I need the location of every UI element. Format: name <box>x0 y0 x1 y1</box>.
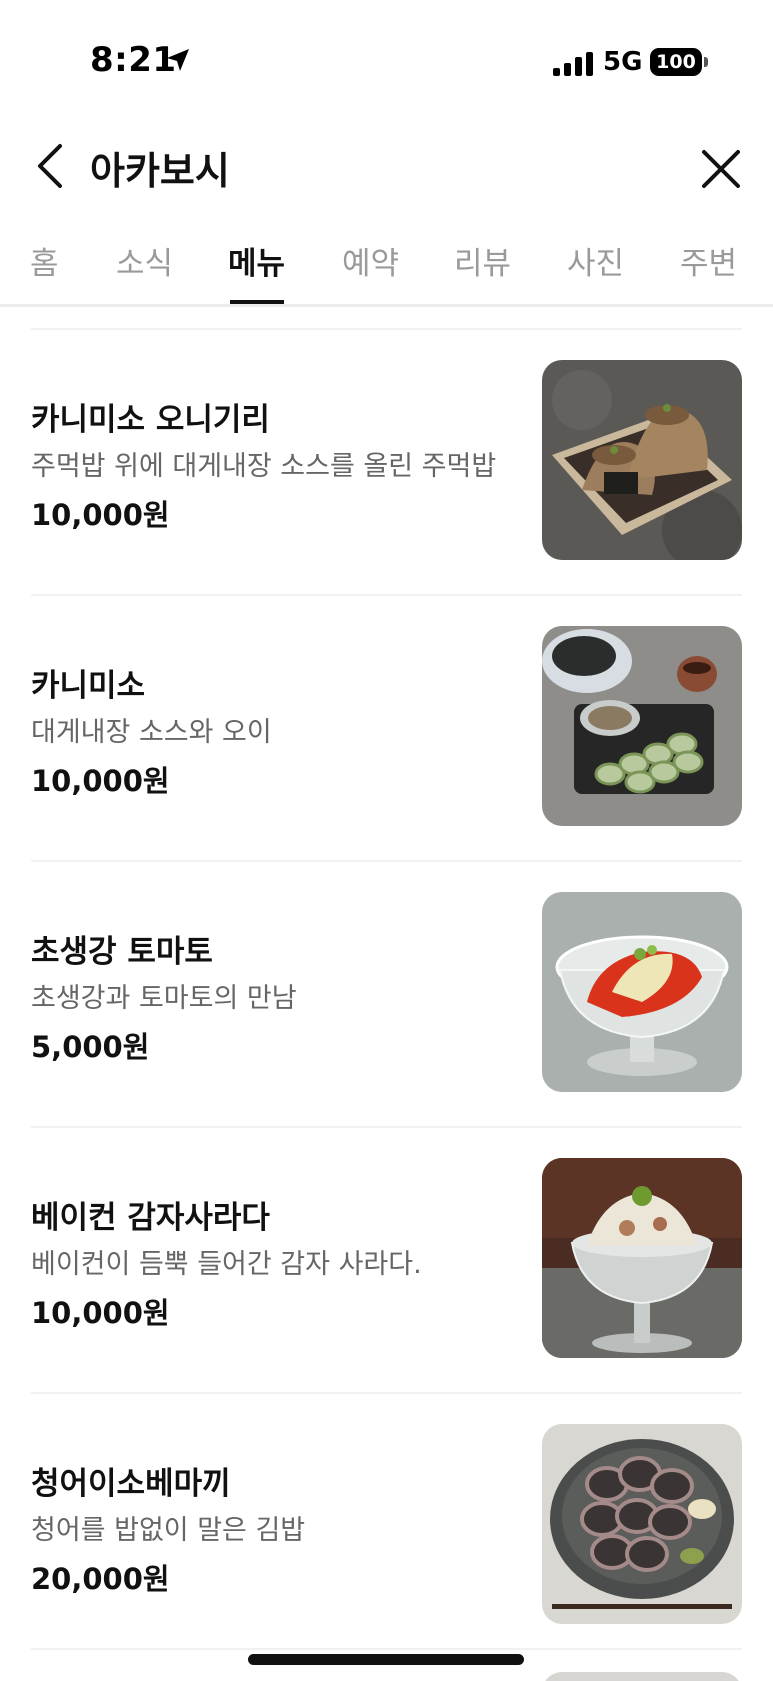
header: 아카보시 <box>0 120 773 220</box>
menu-item-name: 초생강 토마토 <box>31 934 213 970</box>
menu-item-photo[interactable] <box>542 892 742 1092</box>
active-tab-indicator <box>230 300 284 304</box>
screen: 8:21 5G 100 아카보시 홈 소식 메뉴 예약 리뷰 사진 주변 카니미… <box>0 0 773 1681</box>
herring-isobe-maki-photo <box>542 1424 742 1624</box>
tab-nearby[interactable]: 주변 <box>680 238 737 294</box>
network-label: 5G <box>603 47 643 77</box>
menu-item[interactable]: 베이컨 감자사라다 베이컨이 듬뿍 들어간 감자 사라다. 10,000원 <box>31 1126 742 1392</box>
tab-news[interactable]: 소식 <box>116 238 173 294</box>
menu-item-photo[interactable] <box>542 1158 742 1358</box>
menu-item[interactable]: 초생강 토마토 초생강과 토마토의 만남 5,000원 <box>31 860 742 1126</box>
pickled-ginger-tomato-photo <box>542 892 742 1092</box>
menu-list: 카니미소 오니기리 주먹밥 위에 대게내장 소스를 올린 주먹밥 10,000원 <box>0 328 773 1658</box>
tab-photos[interactable]: 사진 <box>567 238 624 294</box>
menu-item-description: 대게내장 소스와 오이 <box>31 717 272 748</box>
menu-item-price: 5,000원 <box>31 1030 150 1064</box>
tab-reviews[interactable]: 리뷰 <box>454 238 511 294</box>
menu-item-price: 10,000원 <box>31 498 170 532</box>
chevron-left-icon[interactable] <box>30 142 70 190</box>
menu-item-photo[interactable] <box>542 626 742 826</box>
tab-menu[interactable]: 메뉴 <box>228 238 285 294</box>
menu-item-name: 베이컨 감자사라다 <box>31 1200 270 1236</box>
menu-item[interactable]: 청어이소베마끼 청어를 밥없이 말은 김밥 20,000원 <box>31 1392 742 1658</box>
divider <box>31 1648 742 1650</box>
status-bar: 8:21 5G 100 <box>0 0 773 120</box>
menu-item-description: 베이컨이 듬뿍 들어간 감자 사라다. <box>31 1249 422 1280</box>
crab-miso-onigiri-photo <box>542 360 742 560</box>
menu-item-photo[interactable] <box>542 1424 742 1624</box>
location-arrow-icon <box>167 49 189 71</box>
menu-item-photo[interactable] <box>542 360 742 560</box>
tab-home[interactable]: 홈 <box>30 238 59 294</box>
bacon-potato-salad-photo <box>542 1158 742 1358</box>
next-menu-item-photo-peek <box>542 1672 742 1681</box>
battery-icon: 100 <box>650 48 702 76</box>
menu-item[interactable]: 카니미소 대게내장 소스와 오이 10,000원 <box>31 594 742 860</box>
menu-item-name: 카니미소 <box>31 668 146 704</box>
menu-item-description: 주먹밥 위에 대게내장 소스를 올린 주먹밥 <box>31 451 497 482</box>
cellular-signal-icon <box>553 52 593 76</box>
tab-reservation[interactable]: 예약 <box>342 238 399 294</box>
menu-item-description: 초생강과 토마토의 만남 <box>31 983 297 1014</box>
menu-item-name: 청어이소베마끼 <box>31 1466 231 1502</box>
menu-item-price: 20,000원 <box>31 1562 170 1596</box>
battery-tip <box>704 57 708 67</box>
menu-item-name: 카니미소 오니기리 <box>31 402 270 438</box>
crab-miso-cucumber-photo <box>542 626 742 826</box>
menu-item-price: 10,000원 <box>31 764 170 798</box>
tab-bar: 홈 소식 메뉴 예약 리뷰 사진 주변 <box>0 228 773 307</box>
menu-item-price: 10,000원 <box>31 1296 170 1330</box>
close-icon[interactable] <box>698 146 744 192</box>
page-title: 아카보시 <box>90 149 230 193</box>
home-indicator[interactable] <box>248 1654 524 1665</box>
menu-item[interactable]: 카니미소 오니기리 주먹밥 위에 대게내장 소스를 올린 주먹밥 10,000원 <box>31 328 742 594</box>
menu-item-description: 청어를 밥없이 말은 김밥 <box>31 1515 306 1546</box>
